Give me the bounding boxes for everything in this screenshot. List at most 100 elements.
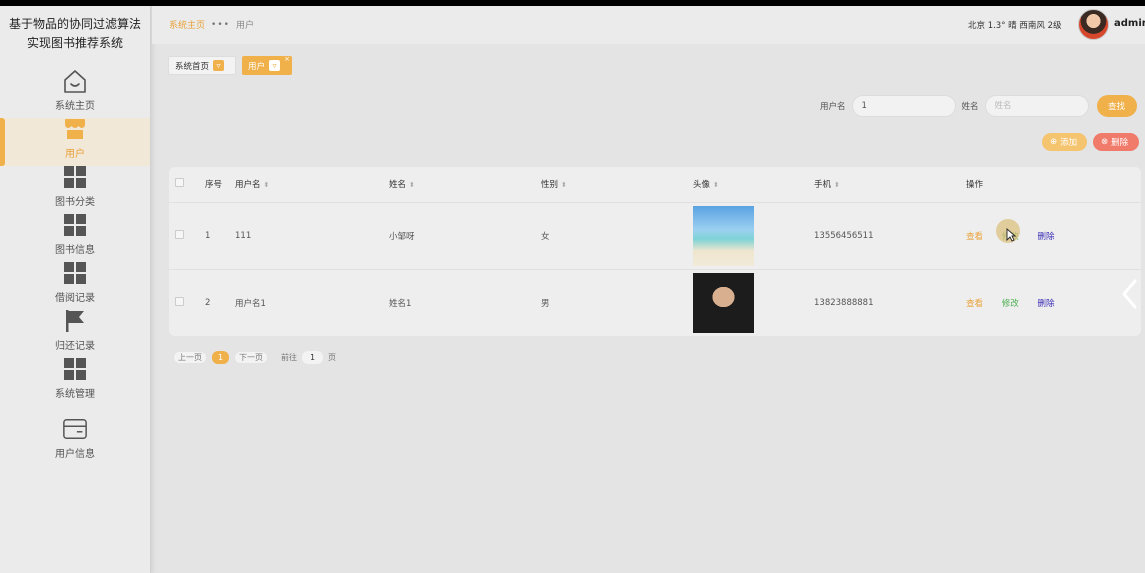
tag-users[interactable]: 用户 ▿ ×	[242, 55, 292, 75]
mouse-cursor-icon	[1006, 228, 1016, 242]
sidebar-item-label: 图书信息	[55, 245, 95, 256]
column-header-phone[interactable]: 手机 ⬍	[814, 167, 966, 202]
app-title-line2: 实现图书推荐系统	[26, 36, 123, 50]
sort-icon: ⬍	[263, 181, 270, 190]
sidebar-item-label: 系统主页	[55, 101, 95, 112]
grid-icon	[62, 356, 88, 382]
breadcrumb: 系统主页 ••• 用户	[169, 18, 254, 32]
delete-link[interactable]: 删除	[1037, 299, 1054, 309]
sidebar-item-book-category[interactable]: 图书分类	[0, 166, 150, 214]
goto-prefix: 前往	[281, 353, 297, 362]
grid-icon	[62, 164, 88, 190]
app-title-line1: 基于物品的协同过滤算法	[8, 17, 141, 31]
search-form: 用户名 姓名 查找	[820, 95, 1137, 117]
grid-icon	[62, 260, 88, 286]
home-icon	[62, 68, 88, 94]
sort-icon: ⬍	[409, 181, 415, 190]
username[interactable]: admin	[1114, 18, 1145, 29]
grid-icon	[62, 212, 88, 238]
sidebar-item-label: 借阅记录	[55, 293, 95, 304]
cell-username: 用户名1	[235, 298, 266, 309]
table-actions: ⊕ 添加 ⊗ 删除	[1042, 133, 1139, 151]
sidebar: 基于物品的协同过滤算法 实现图书推荐系统 系统主页 用户 图书分类 图书信息 借…	[0, 6, 151, 573]
cell-index: 2	[205, 297, 211, 308]
sidebar-item-label: 用户信息	[55, 449, 95, 460]
weather-text: 北京 1.3° 晴 西南风 2级	[968, 21, 1062, 31]
username-search-label: 用户名	[820, 102, 846, 112]
sidebar-item-system-admin[interactable]: 系统管理	[0, 358, 150, 406]
sidebar-item-label: 用户	[65, 149, 85, 160]
sidebar-item-home[interactable]: 系统主页	[0, 70, 150, 118]
tag-home[interactable]: 系统首页 ▿	[168, 56, 236, 75]
view-link[interactable]: 查看	[966, 299, 983, 309]
sidebar-item-label: 系统管理	[55, 389, 95, 400]
tag-close-icon[interactable]: ▿	[213, 60, 225, 71]
goto-page-input[interactable]: 1	[302, 351, 323, 364]
card-icon	[62, 416, 88, 442]
pagination: 上一页 1 下一页 前往 1 页	[173, 351, 336, 364]
table-row: 1 111 小邹呀 女 13556456511 查看 修改 删除	[169, 202, 1141, 269]
view-link[interactable]: 查看	[966, 232, 983, 242]
breadcrumb-separator: •••	[211, 19, 230, 30]
avatar-thumbnail-person[interactable]	[693, 272, 754, 333]
remove-icon: ⊗	[1101, 137, 1109, 147]
top-header: 系统主页 ••• 用户 北京 1.3° 晴 西南风 2级 admin	[152, 6, 1145, 44]
sidebar-item-label: 归还记录	[55, 341, 95, 352]
chevron-left-icon[interactable]	[1121, 279, 1139, 309]
page-number-1[interactable]: 1	[212, 351, 229, 364]
cell-phone: 13556456511	[814, 230, 874, 241]
cell-index: 1	[205, 230, 211, 241]
add-button-label: 添加	[1060, 138, 1078, 148]
sidebar-menu: 系统主页 用户 图书分类 图书信息 借阅记录 归还记录 系统管理 用户信息	[0, 70, 150, 466]
sidebar-item-label: 图书分类	[55, 197, 95, 208]
sort-icon: ⬍	[713, 181, 719, 190]
row-checkbox[interactable]	[175, 229, 184, 239]
search-button[interactable]: 查找	[1096, 95, 1137, 117]
username-search-input[interactable]	[851, 95, 956, 117]
sidebar-item-borrow-records[interactable]: 借阅记录	[0, 262, 150, 310]
name-search-label: 姓名	[961, 102, 979, 112]
sidebar-item-return-records[interactable]: 归还记录	[0, 310, 150, 358]
flag-icon	[62, 308, 88, 334]
next-page-button[interactable]: 下一页	[234, 351, 268, 364]
column-header-gender[interactable]: 性别 ⬍	[541, 167, 693, 202]
sidebar-item-user-info[interactable]: 用户信息	[0, 406, 150, 466]
delete-link[interactable]: 删除	[1037, 232, 1054, 242]
row-checkbox[interactable]	[175, 296, 184, 306]
column-header-username[interactable]: 用户名 ⬍	[235, 167, 389, 202]
app-title: 基于物品的协同过滤算法 实现图书推荐系统	[0, 6, 150, 70]
column-header-operation: 操作	[966, 180, 984, 191]
sidebar-item-users[interactable]: 用户	[0, 118, 150, 166]
sort-icon: ⬍	[561, 181, 567, 190]
cell-gender: 女	[541, 231, 550, 242]
column-header-name[interactable]: 姓名 ⬍	[389, 167, 541, 202]
users-table: 序号 用户名 ⬍ 姓名 ⬍ 性别 ⬍ 头像 ⬍ 手机 ⬍ 操作 1 111 小邹呀 女 1…	[169, 167, 1141, 336]
breadcrumb-current: 用户	[235, 21, 254, 31]
goto-suffix: 页	[328, 353, 336, 362]
tag-dropdown-icon[interactable]: ▿	[269, 60, 281, 71]
name-search-input[interactable]	[984, 95, 1089, 117]
close-icon[interactable]: ×	[284, 55, 290, 63]
plus-icon: ⊕	[1050, 137, 1058, 147]
cell-name: 小邹呀	[389, 231, 415, 242]
batch-delete-button[interactable]: ⊗ 删除	[1093, 133, 1139, 151]
avatar[interactable]	[1078, 9, 1109, 40]
select-all-checkbox[interactable]	[175, 178, 184, 188]
store-icon	[62, 116, 88, 142]
cell-phone: 13823888881	[814, 297, 874, 308]
tags-view: 系统首页 ▿ 用户 ▿ ×	[168, 55, 292, 75]
column-header-avatar[interactable]: 头像 ⬍	[693, 167, 814, 202]
cell-username: 111	[235, 230, 252, 241]
breadcrumb-home[interactable]: 系统主页	[169, 18, 205, 31]
sidebar-item-book-info[interactable]: 图书信息	[0, 214, 150, 262]
avatar-thumbnail-beach[interactable]	[693, 205, 754, 266]
sort-icon: ⬍	[834, 181, 840, 190]
add-button[interactable]: ⊕ 添加	[1042, 133, 1087, 151]
prev-page-button[interactable]: 上一页	[173, 351, 207, 364]
delete-button-label: 删除	[1111, 138, 1129, 148]
tag-label: 系统首页	[175, 61, 210, 72]
tag-label: 用户	[248, 61, 266, 72]
edit-link[interactable]: 修改	[1002, 299, 1019, 309]
table-header-row: 序号 用户名 ⬍ 姓名 ⬍ 性别 ⬍ 头像 ⬍ 手机 ⬍ 操作	[169, 167, 1141, 202]
column-header-index: 序号	[205, 180, 223, 191]
